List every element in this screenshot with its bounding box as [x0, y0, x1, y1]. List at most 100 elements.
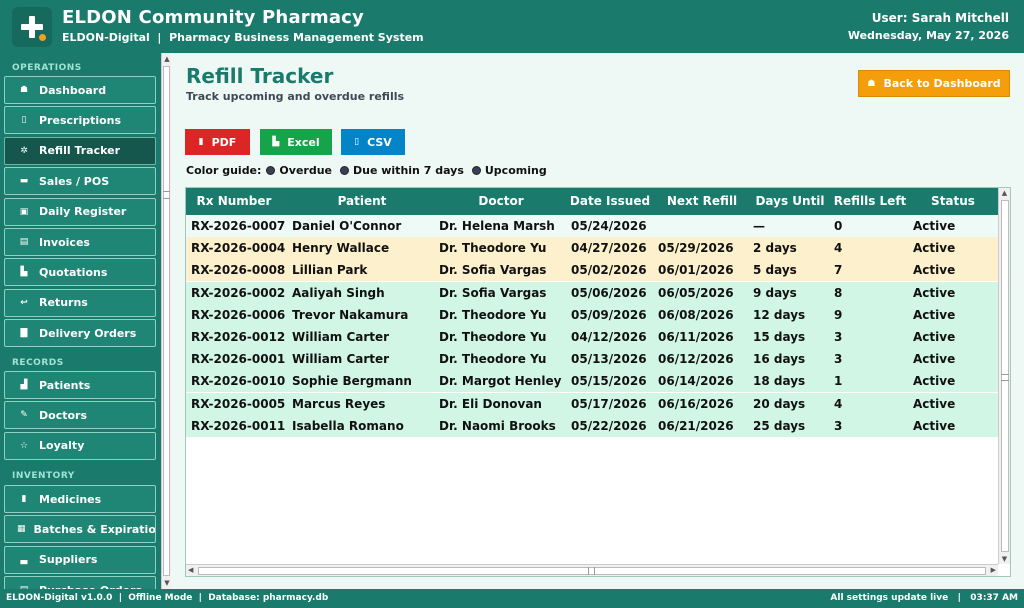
status-bar: ELDON-Digital v1.0.0 | Offline Mode | Da…: [0, 589, 1024, 608]
return-icon: ↩: [20, 297, 28, 308]
sidebar-item-dashboard[interactable]: ☗ Dashboard: [4, 76, 156, 104]
sidebar-scrollbar[interactable]: ▲ ▼: [161, 53, 171, 589]
sidebar-item-sales-pos[interactable]: ▬ Sales / POS: [4, 167, 156, 196]
cell-days-until: 20 days: [753, 396, 806, 411]
scroll-down-icon[interactable]: ▼: [162, 578, 171, 588]
cell-next-refill: 06/14/2026: [658, 374, 734, 389]
quote-icon: ▙: [20, 267, 28, 278]
gear-icon: ✲: [20, 145, 28, 156]
column-header-doctor[interactable]: Doctor: [441, 188, 561, 215]
sidebar-item-label: Prescriptions: [39, 113, 122, 127]
cell-status: Active: [913, 307, 956, 322]
cell-status: Active: [913, 352, 956, 367]
refill-table: Rx Number Patient Doctor Date Issued Next Re…: [185, 187, 1011, 577]
sidebar-item-refill-tracker[interactable]: ✲ Refill Tracker: [4, 136, 156, 165]
sidebar-item-daily-register[interactable]: ▣ Daily Register: [4, 197, 156, 226]
scroll-right-icon[interactable]: ▶: [991, 565, 996, 576]
color-guide: Color guide: Overdue Due within 7 days U…: [186, 164, 547, 177]
export-button-label: Excel: [287, 135, 320, 149]
cell-patient: Lillian Park: [292, 263, 368, 278]
sidebar-item-quotations[interactable]: ▙ Quotations: [4, 258, 156, 287]
column-header-status[interactable]: Status: [893, 188, 1013, 215]
table-row[interactable]: RX-2026-0011 Isabella Romano Dr. Naomi Bro…: [186, 414, 998, 437]
table-row[interactable]: RX-2026-0005 Marcus Reyes Dr. Eli Donovan 0…: [186, 392, 998, 415]
table-horizontal-scrollbar[interactable]: ◀ ▶: [186, 564, 998, 576]
cell-refills-left: 3: [834, 352, 843, 367]
cell-status: Active: [913, 241, 956, 256]
cell-days-until: 9 days: [753, 285, 797, 300]
sidebar-item-label: Dashboard: [39, 83, 107, 97]
cell-status: Active: [913, 330, 956, 344]
table-row[interactable]: RX-2026-0007 Daniel O'Connor Dr. Helena Ma…: [186, 215, 998, 237]
cell-patient: Isabella Romano: [292, 418, 404, 433]
cell-days-until: 2 days: [753, 241, 797, 256]
sidebar-item-label: Patients: [39, 378, 91, 392]
cell-rx-number: RX-2026-0008: [191, 263, 286, 278]
cell-rx-number: RX-2026-0010: [191, 374, 286, 389]
box-icon: ▦: [17, 524, 26, 535]
cell-doctor: Dr. Theodore Yu: [439, 330, 547, 344]
overdue-dot-icon: [266, 166, 276, 175]
cell-rx-number: RX-2026-0006: [191, 307, 286, 322]
back-to-dashboard-button[interactable]: ☗ Back to Dashboard: [858, 70, 1010, 97]
table-row[interactable]: RX-2026-0012 William Carter Dr. Theodore Y…: [186, 326, 998, 348]
cell-patient: Trevor Nakamura: [292, 307, 409, 322]
cell-refills-left: 9: [834, 307, 843, 322]
table-row[interactable]: RX-2026-0004 Henry Wallace Dr. Theodore Yu…: [186, 237, 998, 260]
chart-icon: ▙: [272, 137, 280, 147]
table-row[interactable]: RX-2026-0010 Sophie Bergmann Dr. Margot He…: [186, 370, 998, 393]
export-excel-button[interactable]: ▙ Excel: [260, 129, 332, 155]
cell-next-refill: 06/16/2026: [658, 396, 734, 411]
scrollbar-grip: [163, 191, 170, 199]
table-row[interactable]: RX-2026-0002 Aaliyah Singh Dr. Sofia Varga…: [186, 281, 998, 304]
cell-doctor: Dr. Margot Henley: [439, 374, 562, 389]
cell-next-refill: 05/29/2026: [658, 241, 734, 256]
export-pdf-button[interactable]: ▮ PDF: [185, 129, 250, 155]
cell-date-issued: 05/06/2026: [571, 285, 647, 300]
sidebar-item-purchase-orders[interactable]: ▤Purchase Orders: [4, 576, 156, 589]
scroll-down-icon[interactable]: ▼: [999, 555, 1010, 563]
status-right: All settings update live | 03:37 AM: [830, 593, 1018, 603]
column-header-patient[interactable]: Patient: [302, 188, 422, 215]
sidebar-item-prescriptions[interactable]: ▯ Prescriptions: [4, 106, 156, 135]
cell-doctor: Dr. Theodore Yu: [439, 352, 547, 367]
table-row[interactable]: RX-2026-0008 Lillian Park Dr. Sofia Vargas…: [186, 259, 998, 282]
cell-next-refill: [658, 215, 751, 237]
sidebar-item-delivery-orders[interactable]: ▇ Delivery Orders: [4, 319, 156, 348]
export-csv-button[interactable]: ▯ CSV: [341, 129, 405, 155]
sidebar-item-loyalty[interactable]: ☆ Loyalty: [4, 431, 156, 460]
sidebar-section-operations: OPERATIONS: [12, 63, 82, 73]
sidebar-item-patients[interactable]: ▟ Patients: [4, 371, 156, 399]
factory-icon: ▃: [20, 554, 28, 565]
sidebar-nav: OPERATIONS ☗ Dashboard ▯ Prescriptions ✲ Refil…: [0, 53, 160, 589]
cell-next-refill: 06/05/2026: [658, 285, 734, 300]
table-row[interactable]: RX-2026-0006 Trevor Nakamura Dr. Theodore …: [186, 303, 998, 326]
cell-refills-left: 7: [834, 263, 843, 278]
main-content: Refill Tracker Track upcoming and overdu…: [171, 53, 1024, 589]
table-header: Rx Number Patient Doctor Date Issued Next Re…: [186, 188, 998, 215]
cell-rx-number: RX-2026-0007: [191, 219, 286, 233]
scroll-up-icon[interactable]: ▲: [162, 54, 171, 64]
sidebar-item-suppliers[interactable]: ▃ Suppliers: [4, 545, 156, 574]
cell-doctor: Dr. Sofia Vargas: [439, 285, 547, 300]
scrollbar-grip: [588, 567, 595, 575]
scroll-left-icon[interactable]: ◀: [188, 565, 193, 576]
cell-date-issued: 04/27/2026: [571, 241, 647, 256]
sidebar-item-invoices[interactable]: ▤ Invoices: [4, 228, 156, 256]
table-row[interactable]: RX-2026-0001 William Carter Dr. Theodore Y…: [186, 348, 998, 371]
sidebar-item-batches-expiration[interactable]: ▦ Batches & Expiration: [4, 515, 156, 544]
cell-patient: Sophie Bergmann: [292, 374, 412, 389]
cell-date-issued: 05/22/2026: [571, 418, 647, 433]
column-header-rx-number[interactable]: Rx Number: [174, 188, 294, 215]
table-vertical-scrollbar[interactable]: ▲ ▼: [998, 188, 1010, 564]
invoice-icon: ▤: [19, 237, 29, 247]
scrollbar-thumb[interactable]: [163, 66, 170, 576]
sidebar-item-medicines[interactable]: ▮ Medicines: [4, 485, 156, 513]
sidebar-item-label: Medicines: [39, 492, 102, 506]
cell-days-until: 15 days: [753, 330, 806, 344]
sidebar-item-label: Delivery Orders: [39, 326, 137, 340]
scroll-up-icon[interactable]: ▲: [999, 189, 1010, 197]
file-icon: ▯: [354, 137, 360, 147]
sidebar-item-returns[interactable]: ↩ Returns: [4, 288, 156, 317]
sidebar-item-doctors[interactable]: ✎ Doctors: [4, 401, 156, 430]
